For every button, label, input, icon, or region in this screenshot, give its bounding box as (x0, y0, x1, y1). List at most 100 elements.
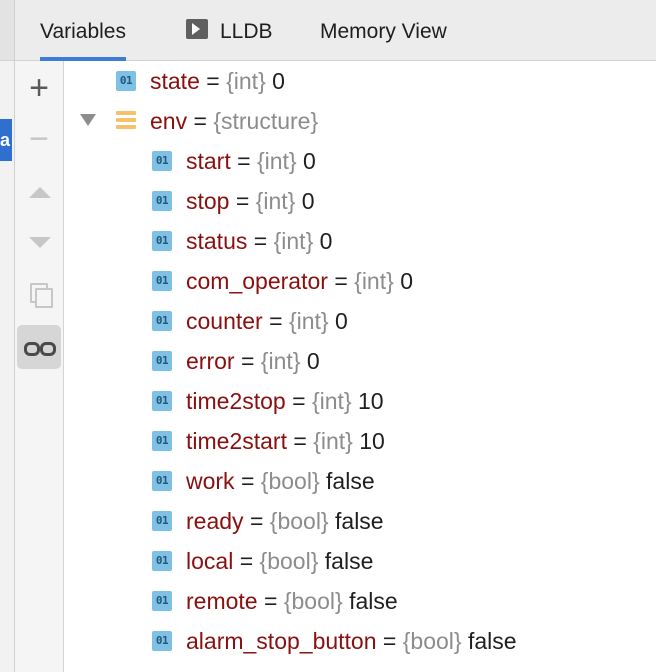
equals-sign: = (239, 548, 254, 574)
variable-text: status = {int} 0 (186, 221, 332, 261)
tab-variables[interactable]: Variables (40, 0, 126, 61)
variable-type: {bool} (259, 548, 319, 574)
equals-sign: = (249, 508, 264, 534)
variable-type: {structure} (213, 108, 319, 134)
variable-row[interactable]: 01 error = {int} 0 (64, 341, 656, 381)
variable-type: {int} (354, 268, 394, 294)
variable-row[interactable]: 01 counter = {int} 0 (64, 301, 656, 341)
variable-name: env (150, 108, 188, 134)
move-up-button[interactable] (17, 171, 61, 215)
scalar-type-icon: 01 (152, 591, 172, 611)
variable-value: 10 (359, 428, 385, 454)
scalar-type-icon: 01 (152, 431, 172, 451)
variable-text: error = {int} 0 (186, 341, 320, 381)
variable-name: work (186, 468, 235, 494)
arrow-down-icon (29, 237, 51, 248)
add-watch-button[interactable]: + (17, 65, 61, 109)
variable-row[interactable]: 01 status = {int} 0 (64, 221, 656, 261)
scalar-type-icon: 01 (152, 151, 172, 171)
scalar-type-icon: 01 (152, 631, 172, 651)
variable-text: ready = {bool} false (186, 501, 384, 541)
duplicate-watch-button[interactable] (17, 271, 61, 315)
variable-name: local (186, 548, 234, 574)
tab-lldb[interactable]: LLDB (186, 0, 273, 60)
variable-name: error (186, 348, 235, 374)
variable-row[interactable]: 01 com_operator = {int} 0 (64, 261, 656, 301)
variable-row[interactable]: 01 work = {bool} false (64, 461, 656, 501)
variable-name: time2stop (186, 388, 286, 414)
variable-type: {int} (255, 188, 296, 214)
expand-triangle-icon[interactable] (80, 114, 96, 126)
variable-value: 0 (272, 68, 285, 94)
scalar-type-icon: 01 (152, 311, 172, 331)
variable-value: 0 (319, 228, 333, 254)
tab-memory-view-label: Memory View (320, 20, 447, 43)
variable-type: {int} (313, 428, 353, 454)
variable-value: false (467, 628, 517, 654)
variable-row[interactable]: 01 stop = {int} 0 (64, 181, 656, 221)
variable-row[interactable]: 01 local = {bool} false (64, 541, 656, 581)
variable-type: {bool} (283, 588, 343, 614)
variable-row[interactable]: 01 remote = {bool} false (64, 581, 656, 621)
variable-type: {bool} (260, 468, 320, 494)
plus-icon: + (29, 69, 49, 107)
variable-name: status (186, 228, 248, 254)
variable-row[interactable]: env = {structure} (64, 101, 656, 141)
variable-type: {int} (273, 228, 314, 254)
variable-name: time2start (186, 428, 287, 454)
equals-sign: = (206, 68, 220, 94)
tab-variables-label: Variables (40, 20, 126, 43)
variable-row[interactable]: 01 alarm_stop_button = {bool} false (64, 621, 656, 661)
equals-sign: = (263, 588, 278, 614)
console-play-icon (186, 19, 208, 40)
variable-row[interactable]: 01 time2start = {int} 10 (64, 421, 656, 461)
scalar-type-icon: 01 (152, 351, 172, 371)
equals-sign: = (382, 628, 397, 654)
scalar-type-icon: 01 (152, 191, 172, 211)
variable-type: {int} (226, 68, 266, 94)
equals-sign: = (253, 228, 268, 254)
variable-row[interactable]: 01 ready = {bool} false (64, 501, 656, 541)
variable-name: remote (186, 588, 258, 614)
show-watches-toggle[interactable] (17, 325, 61, 369)
tab-bar-left-strip (0, 0, 15, 60)
variable-value: false (349, 588, 398, 614)
equals-sign: = (334, 268, 348, 294)
selected-frame-marker: a (0, 119, 12, 161)
remove-watch-button[interactable]: − (17, 117, 61, 161)
minus-icon: − (29, 120, 49, 158)
variable-name: ready (186, 508, 244, 534)
tab-memory-view[interactable]: Memory View (320, 0, 447, 60)
variable-value: 0 (334, 308, 348, 334)
debugger-tab-bar: Variables LLDB Memory View (0, 0, 656, 61)
variable-row[interactable]: 01 state = {int} 0 (64, 61, 656, 101)
arrow-up-icon (29, 187, 51, 198)
variable-text: time2start = {int} 10 (186, 421, 385, 461)
move-down-button[interactable] (17, 221, 61, 265)
variable-row[interactable]: 01 start = {int} 0 (64, 141, 656, 181)
variable-value: 0 (301, 188, 315, 214)
variable-text: local = {bool} false (186, 541, 373, 581)
variables-toolbar: + − (15, 61, 64, 672)
variable-type: {int} (256, 148, 297, 174)
variables-tree[interactable]: 01 state = {int} 0 env = {structure} 01 star… (64, 61, 656, 672)
variable-value: false (324, 548, 374, 574)
scalar-type-icon: 01 (152, 231, 172, 251)
variable-text: remote = {bool} false (186, 581, 398, 621)
variable-text: stop = {int} 0 (186, 181, 315, 221)
variable-name: start (186, 148, 231, 174)
variable-name: com_operator (186, 268, 328, 294)
equals-sign: = (235, 188, 250, 214)
scalar-type-icon: 01 (152, 471, 172, 491)
variable-type: {int} (311, 388, 352, 414)
variable-row[interactable]: 01 time2stop = {int} 10 (64, 381, 656, 421)
scalar-type-icon: 01 (152, 551, 172, 571)
equals-sign: = (240, 468, 255, 494)
variable-text: alarm_stop_button = {bool} false (186, 621, 517, 661)
scalar-type-icon: 01 (152, 511, 172, 531)
equals-sign: = (240, 348, 255, 374)
scalar-type-icon: 01 (152, 391, 172, 411)
variable-value: false (335, 508, 384, 534)
variable-name: state (150, 68, 200, 94)
equals-sign: = (269, 308, 283, 334)
